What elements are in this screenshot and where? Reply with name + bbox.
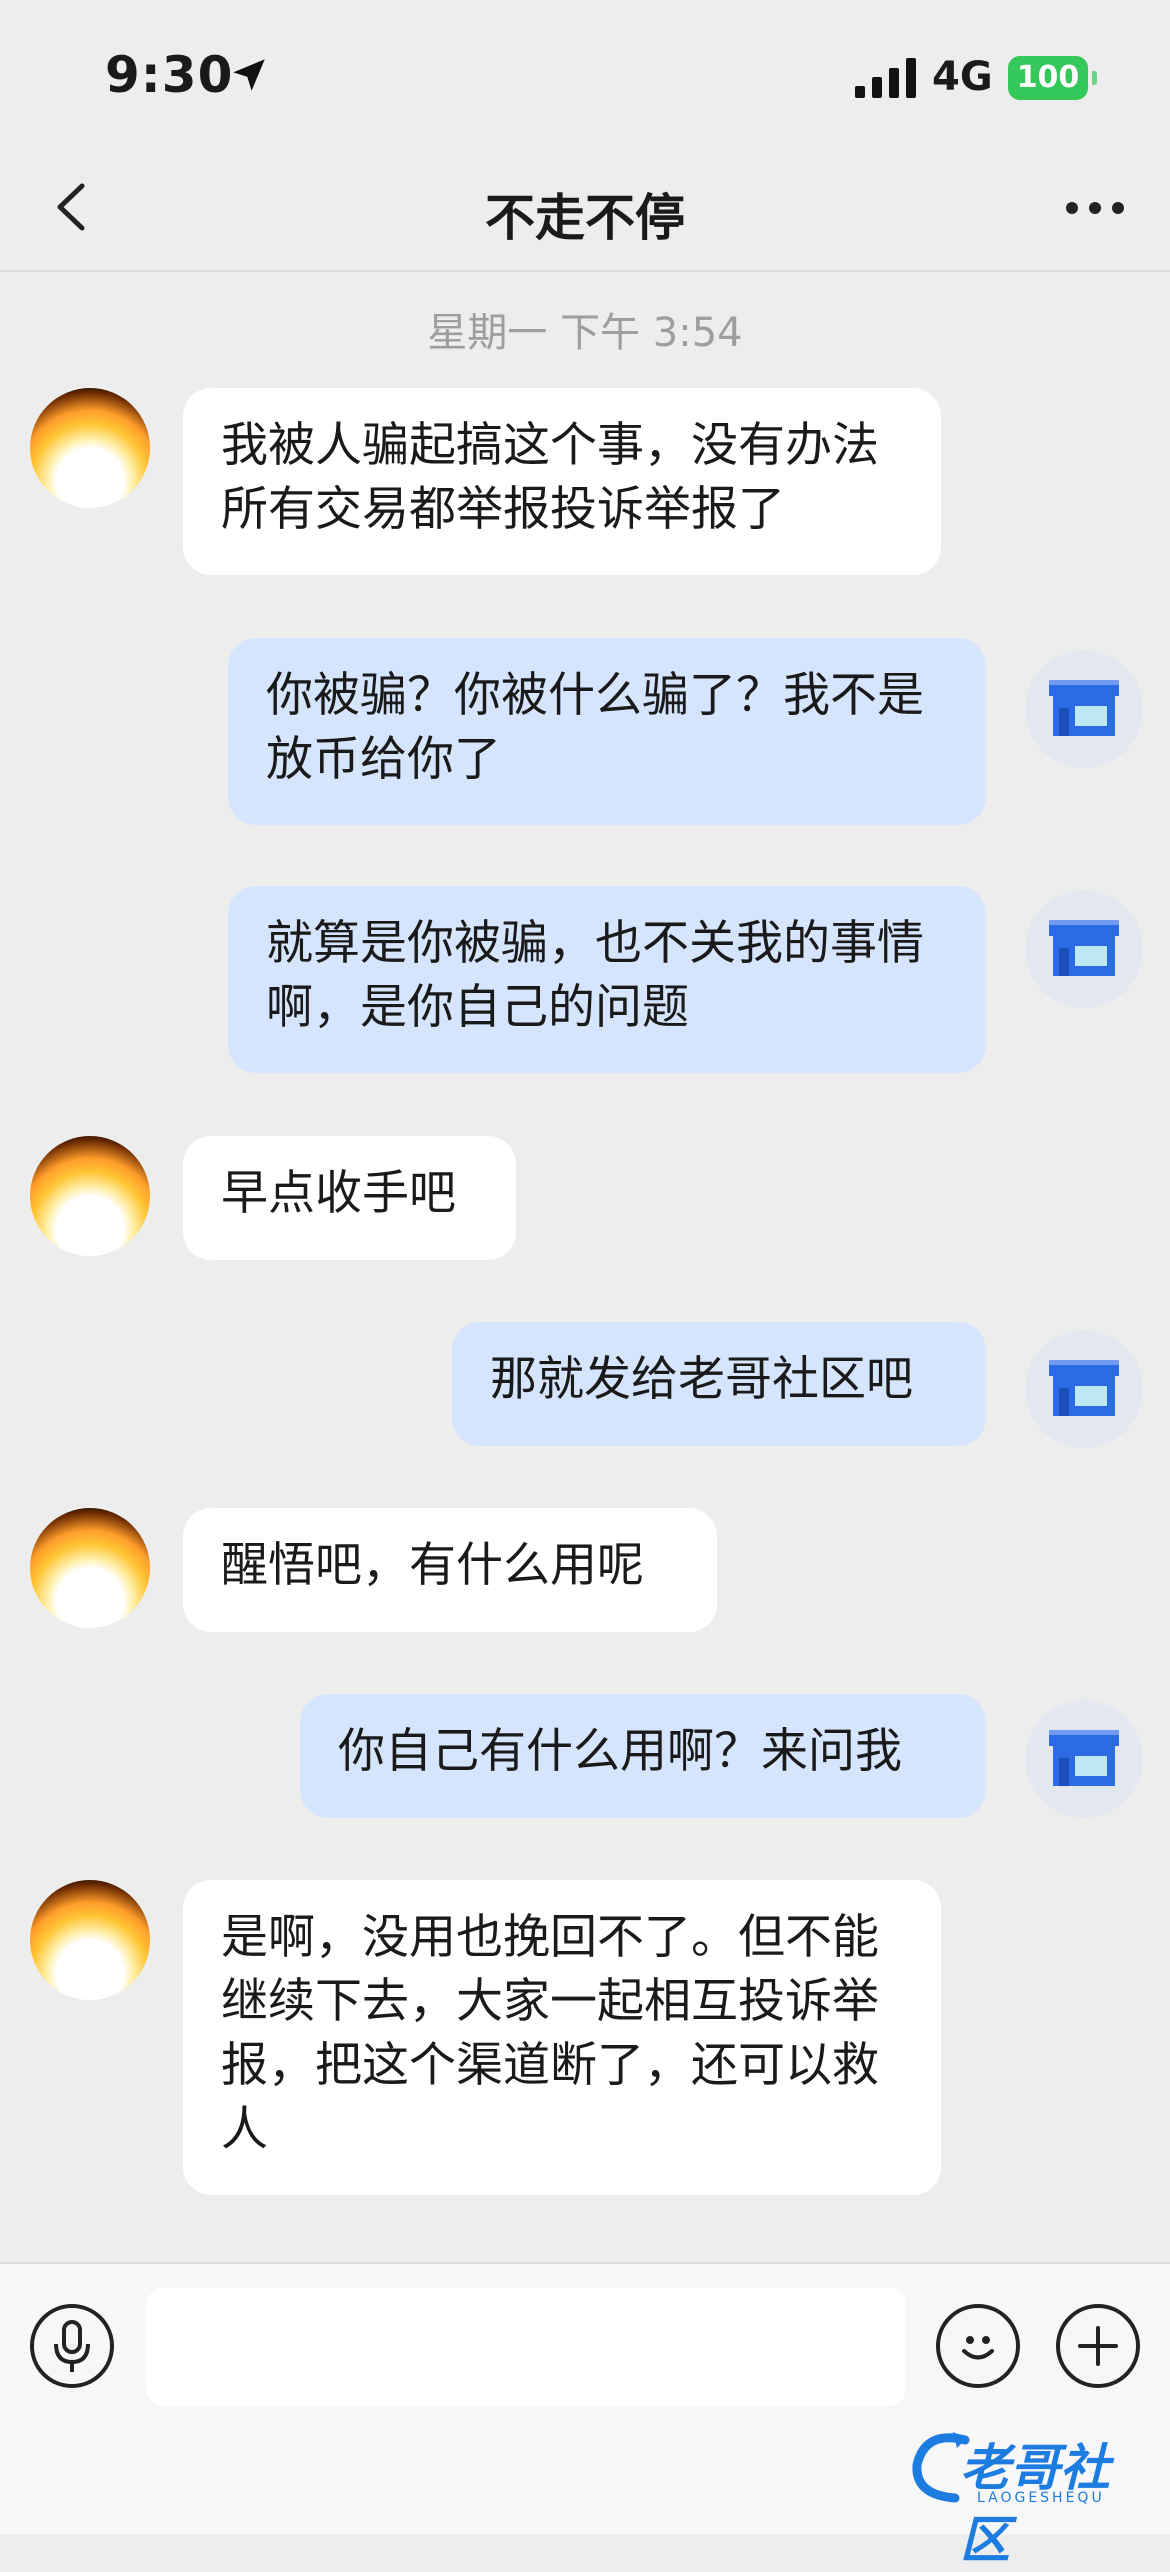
shop-icon: [1049, 1360, 1119, 1416]
contact-avatar[interactable]: [30, 1508, 150, 1628]
status-bar: 9:30 4G 100: [0, 0, 1170, 150]
incoming-message[interactable]: 早点收手吧: [183, 1136, 516, 1260]
watermark-logo: 老哥社区 LAOGESHEQU: [905, 2420, 1155, 2569]
incoming-message[interactable]: 醒悟吧，有什么用呢: [183, 1508, 717, 1632]
contact-avatar[interactable]: [30, 1880, 150, 2000]
shop-icon: [1049, 920, 1119, 976]
chat-header: 不走不停: [0, 150, 1170, 272]
more-dots-icon[interactable]: [1060, 180, 1130, 236]
chat-title: 不走不停: [485, 189, 685, 247]
outgoing-message[interactable]: 你自己有什么用啊？来问我: [300, 1694, 986, 1818]
cellular-signal-icon: [855, 58, 916, 98]
battery-indicator: 100: [1008, 56, 1088, 100]
outgoing-message[interactable]: 你被骗？你被什么骗了？我不是放币给你了: [228, 638, 986, 825]
message-input[interactable]: [146, 2288, 906, 2406]
battery-tip: [1092, 71, 1097, 85]
emoji-button[interactable]: [936, 2304, 1020, 2388]
shop-icon: [1049, 680, 1119, 736]
incoming-message[interactable]: 我被人骗起搞这个事，没有办法所有交易都举报投诉举报了: [183, 388, 941, 575]
my-avatar[interactable]: [1025, 1330, 1143, 1448]
message-timestamp: 星期一 下午 3:54: [427, 310, 743, 356]
incoming-message[interactable]: 是啊，没用也挽回不了。但不能继续下去，大家一起相互投诉举报，把这个渠道断了，还可…: [183, 1880, 941, 2195]
shop-icon: [1049, 1730, 1119, 1786]
network-type: 4G: [932, 54, 993, 100]
add-button[interactable]: [1056, 2304, 1140, 2388]
outgoing-message[interactable]: 那就发给老哥社区吧: [452, 1322, 986, 1446]
outgoing-message[interactable]: 就算是你被骗，也不关我的事情啊，是你自己的问题: [228, 886, 986, 1073]
status-time: 9:30: [105, 46, 234, 104]
microphone-icon: [54, 2320, 90, 2372]
contact-avatar[interactable]: [30, 1136, 150, 1256]
smiley-icon: [962, 2336, 994, 2360]
my-avatar[interactable]: [1025, 1700, 1143, 1818]
my-avatar[interactable]: [1025, 890, 1143, 1008]
watermark-subtext: LAOGESHEQU: [977, 2490, 1105, 2506]
location-arrow-icon: [233, 59, 265, 91]
plus-icon: [1078, 2326, 1118, 2366]
my-avatar[interactable]: [1025, 650, 1143, 768]
contact-avatar[interactable]: [30, 388, 150, 508]
voice-button[interactable]: [30, 2304, 114, 2388]
